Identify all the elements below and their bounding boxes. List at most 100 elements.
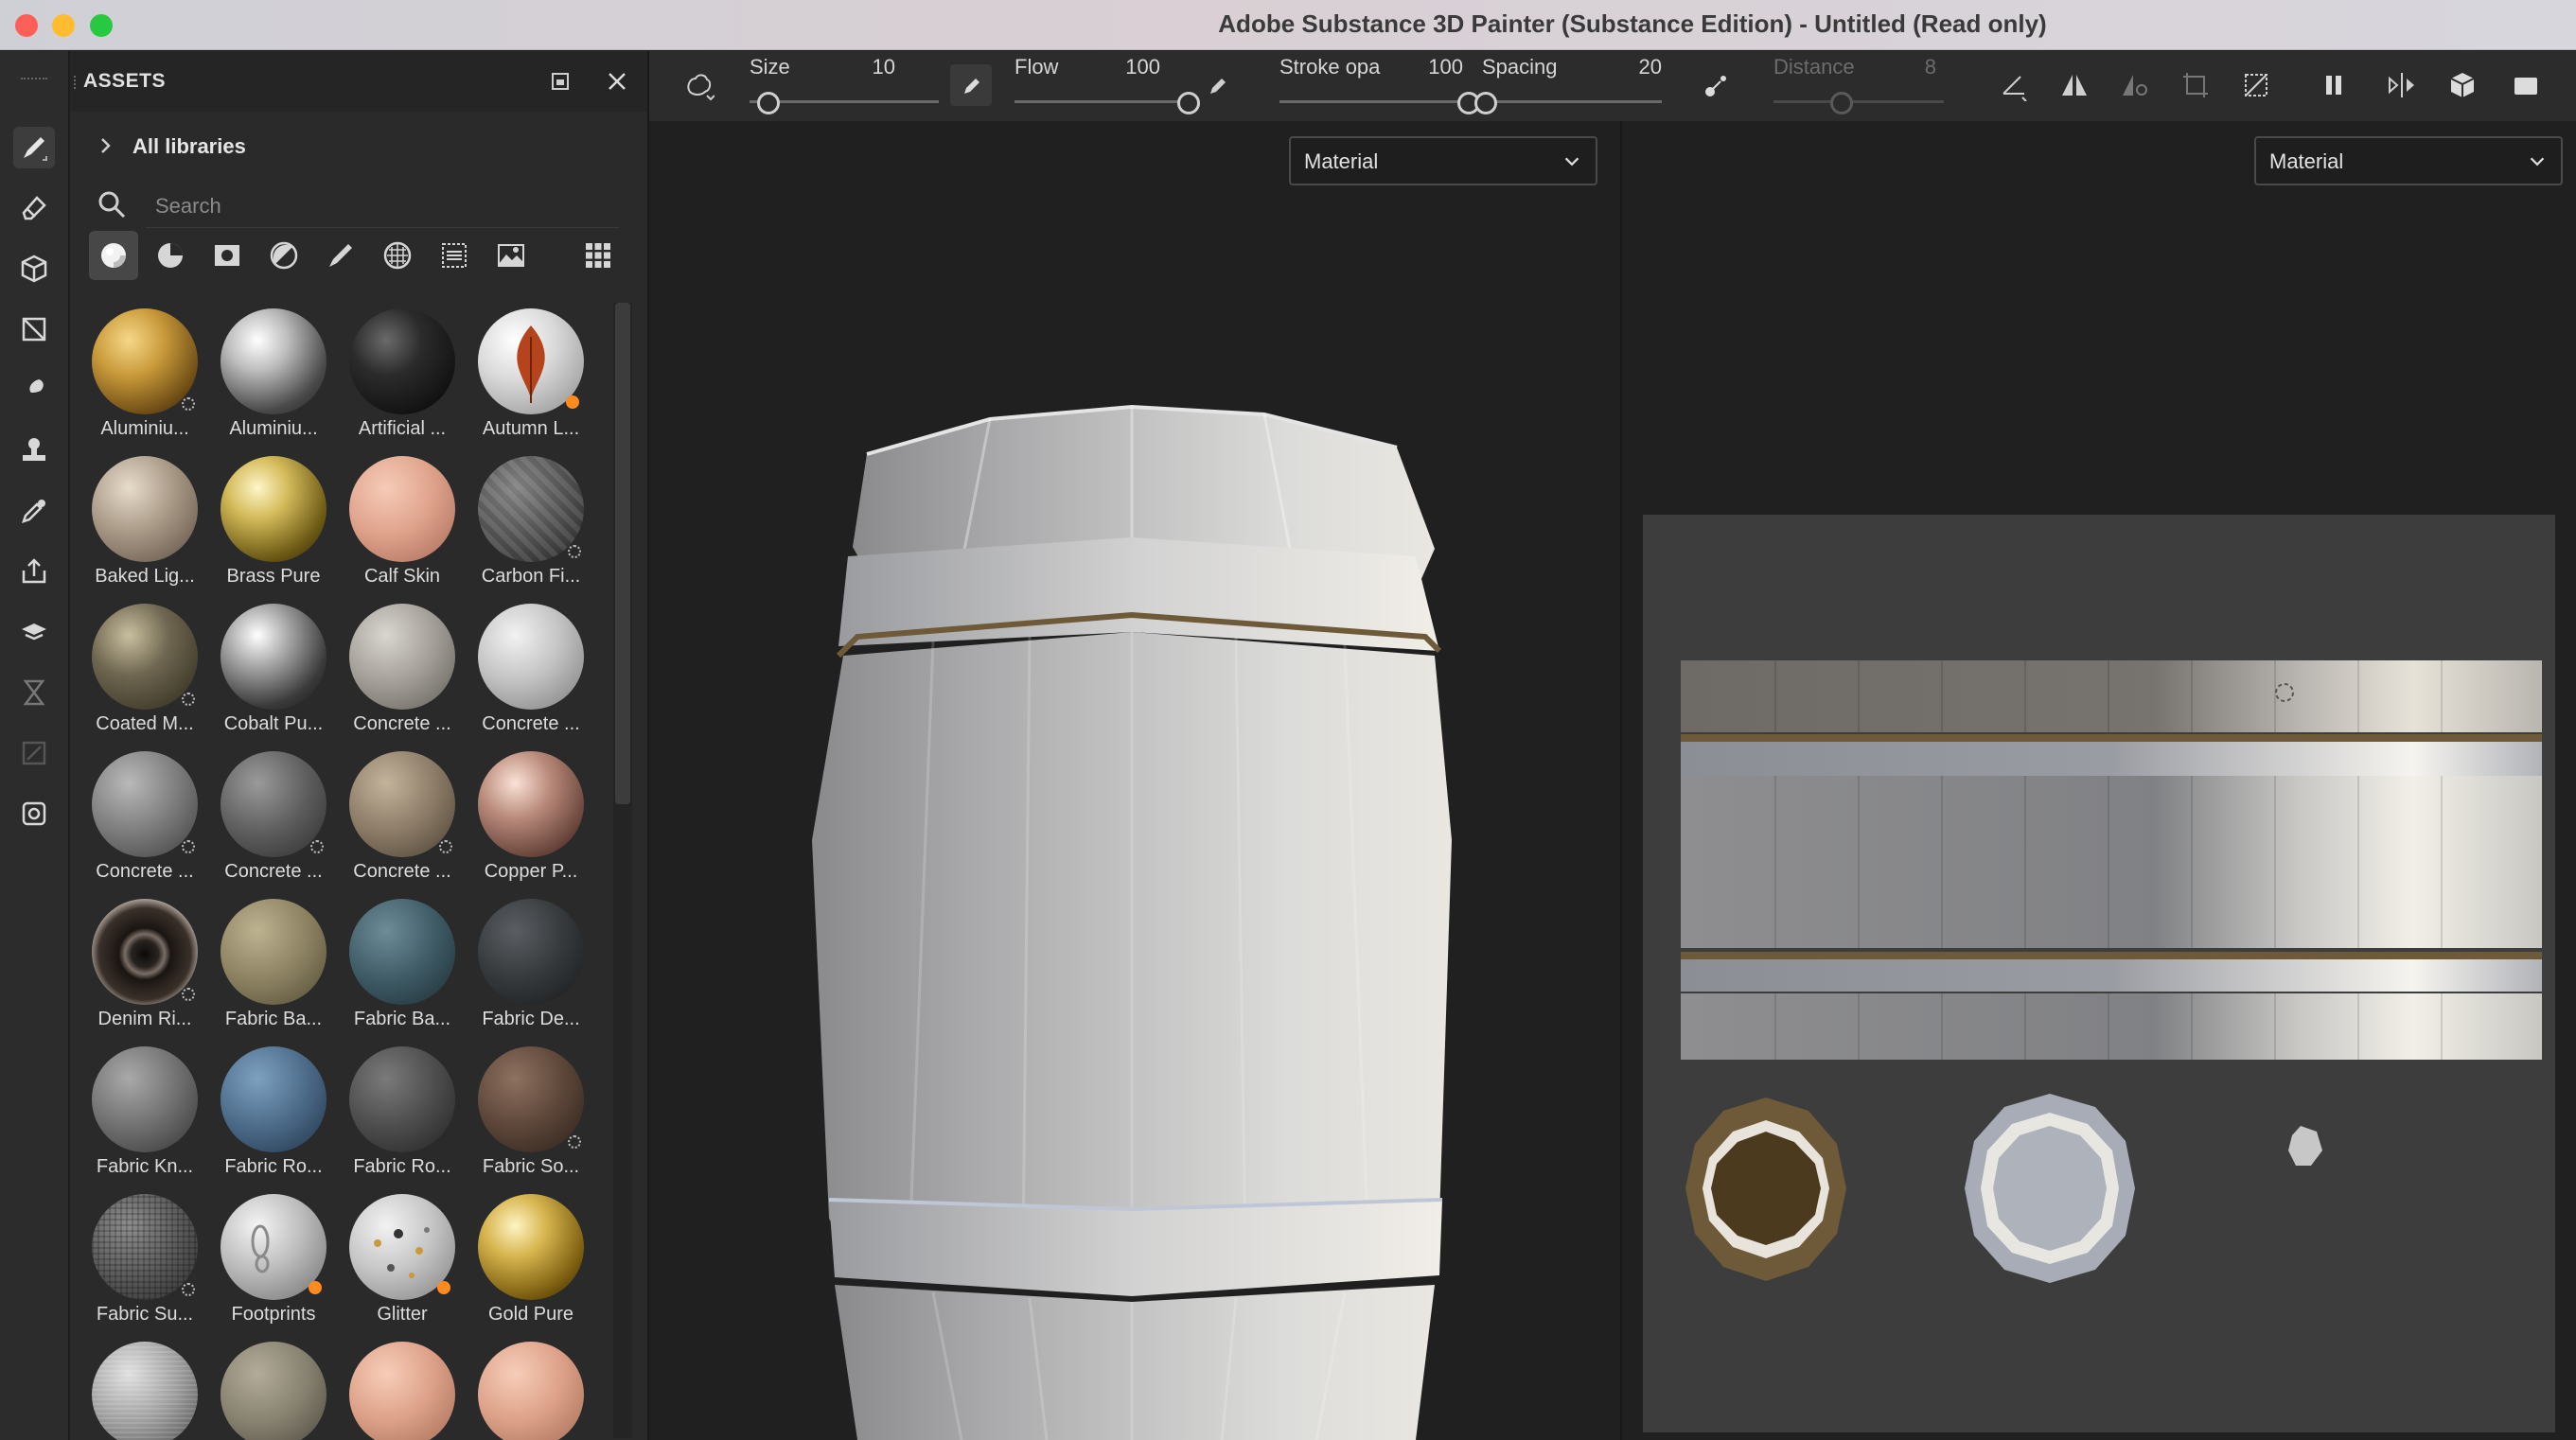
asset-tile[interactable]: Fabric Kn... [81,1041,208,1185]
asset-label: Fabric Ro... [224,1156,323,1177]
asset-label: Calf Skin [363,566,441,587]
material-sphere-thumbnail [478,751,584,857]
asset-tile[interactable]: Coated M... [81,598,208,742]
asset-tile[interactable] [81,1336,208,1440]
plugins-tool-button[interactable] [13,793,55,834]
asset-tile[interactable]: Fabric Ro... [339,1041,466,1185]
smart-materials-icon [158,243,183,268]
asset-tile[interactable]: Aluminiu... [81,303,208,447]
clone-tool-button[interactable] [13,430,55,471]
asset-tile[interactable]: Footprints [210,1188,337,1332]
filter-materials-button[interactable] [89,231,138,280]
paint-tool-button[interactable] [13,127,55,168]
flow-slider-track[interactable] [1015,100,1189,103]
symmetry-button[interactable] [2054,64,2095,106]
expand-libraries-button[interactable] [95,134,117,157]
spacing-value[interactable]: 20 [1596,55,1662,79]
filter-filters-button[interactable] [259,231,309,280]
filter-smart-materials-button[interactable] [146,231,195,280]
asset-tile[interactable]: Brass Pure [210,450,337,594]
flow-value[interactable]: 100 [1085,55,1160,79]
filter-textures-button[interactable] [373,231,422,280]
stroke-opacity-slider-track[interactable] [1279,100,1469,103]
viewport-2d-uv[interactable]: Material [1622,121,2576,1440]
asset-tile[interactable] [210,1336,337,1440]
2d-channel-dropdown[interactable]: Material [2254,136,2563,185]
assets-scrollbar-thumb[interactable] [615,303,630,804]
stroke-opacity-value[interactable]: 100 [1387,55,1463,79]
material-sphere-thumbnail [349,751,455,857]
asset-tile[interactable]: Carbon Fi... [468,450,594,594]
undock-panel-button[interactable] [549,70,572,93]
viewport-camera-button[interactable] [2506,64,2548,106]
plugin-icon [22,801,46,826]
lazy-mouse-toggle[interactable] [1696,64,1738,106]
asset-label: Concrete ... [96,861,194,882]
asset-tile[interactable]: Fabric Ro... [210,1041,337,1185]
asset-tile[interactable] [339,1336,466,1440]
display-mode-button[interactable] [2442,64,2483,106]
symmetry-settings-button[interactable] [2114,64,2156,106]
asset-tile[interactable]: Artificial ... [339,303,466,447]
viewport-3d[interactable]: Material [649,121,1622,1440]
hide-unselected-button[interactable] [2235,64,2277,106]
asset-tile[interactable]: Concrete ... [339,746,466,889]
assets-search-input[interactable] [146,185,619,228]
asset-tile[interactable]: Aluminiu... [210,303,337,447]
asset-tile[interactable]: Fabric De... [468,893,594,1037]
filter-alphas-button[interactable] [430,231,479,280]
close-panel-button[interactable] [604,68,630,95]
libraries-breadcrumb[interactable]: All libraries [132,134,246,159]
grip-handle[interactable] [21,78,47,81]
asset-label: Fabric Ba... [224,1009,323,1029]
export-tool-button[interactable] [13,551,55,592]
eraser-tool-button[interactable] [13,187,55,229]
asset-tile[interactable]: Calf Skin [339,450,466,594]
transform-gizmo-button[interactable] [2175,64,2216,106]
smudge-tool-button[interactable] [13,369,55,411]
filter-brushes-button[interactable] [316,231,365,280]
spacing-slider-handle[interactable] [1473,92,1497,114]
size-slider-handle[interactable] [757,92,780,114]
smart-badge-icon [309,1281,322,1294]
bake-tool-button[interactable] [13,611,55,653]
asset-tile[interactable]: Concrete ... [468,598,594,742]
asset-tile[interactable]: Baked Lig... [81,450,208,594]
angle-icon [2003,76,2027,101]
stroke-angle-button[interactable] [1993,64,2035,106]
asset-tile[interactable]: Copper P... [468,746,594,889]
brush-preset-button[interactable] [678,64,719,106]
asset-tile[interactable]: Fabric So... [468,1041,594,1185]
projection-tool-button[interactable] [13,248,55,290]
color-picker-tool-button[interactable] [13,490,55,532]
pause-render-button[interactable] [2313,64,2355,106]
asset-tile[interactable]: Concrete ... [339,598,466,742]
asset-tile[interactable]: Cobalt Pu... [210,598,337,742]
distance-slider-handle [1830,92,1853,114]
spacing-slider-track[interactable] [1482,100,1662,103]
polygon-fill-tool-button[interactable] [13,308,55,350]
asset-label: Fabric Ro... [353,1156,451,1177]
asset-tile[interactable] [468,1336,594,1440]
asset-tile[interactable]: Glitter [339,1188,466,1332]
asset-tile[interactable]: Fabric Ba... [210,893,337,1037]
panel-grip-handle[interactable] [74,76,79,89]
asset-tile[interactable]: Gold Pure [468,1188,594,1332]
filter-masks-button[interactable] [203,231,252,280]
asset-tile[interactable]: Fabric Ba... [339,893,466,1037]
filter-environments-button[interactable] [486,231,536,280]
pressure-size-toggle[interactable] [950,64,992,106]
asset-tile[interactable]: Autumn L... [468,303,594,447]
material-sphere-thumbnail [221,1046,326,1152]
grid-view-button[interactable] [573,231,623,280]
asset-tile[interactable]: Fabric Su... [81,1188,208,1332]
asset-tile[interactable]: Concrete ... [210,746,337,889]
camera-mode-button[interactable] [2381,64,2423,106]
history-tool-button[interactable] [13,672,55,713]
pressure-flow-toggle[interactable] [1196,64,1238,106]
material-sphere-thumbnail [221,899,326,1005]
transform-tool-button[interactable] [13,732,55,774]
size-value[interactable]: 10 [820,55,895,79]
asset-tile[interactable]: Denim Ri... [81,893,208,1037]
asset-tile[interactable]: Concrete ... [81,746,208,889]
